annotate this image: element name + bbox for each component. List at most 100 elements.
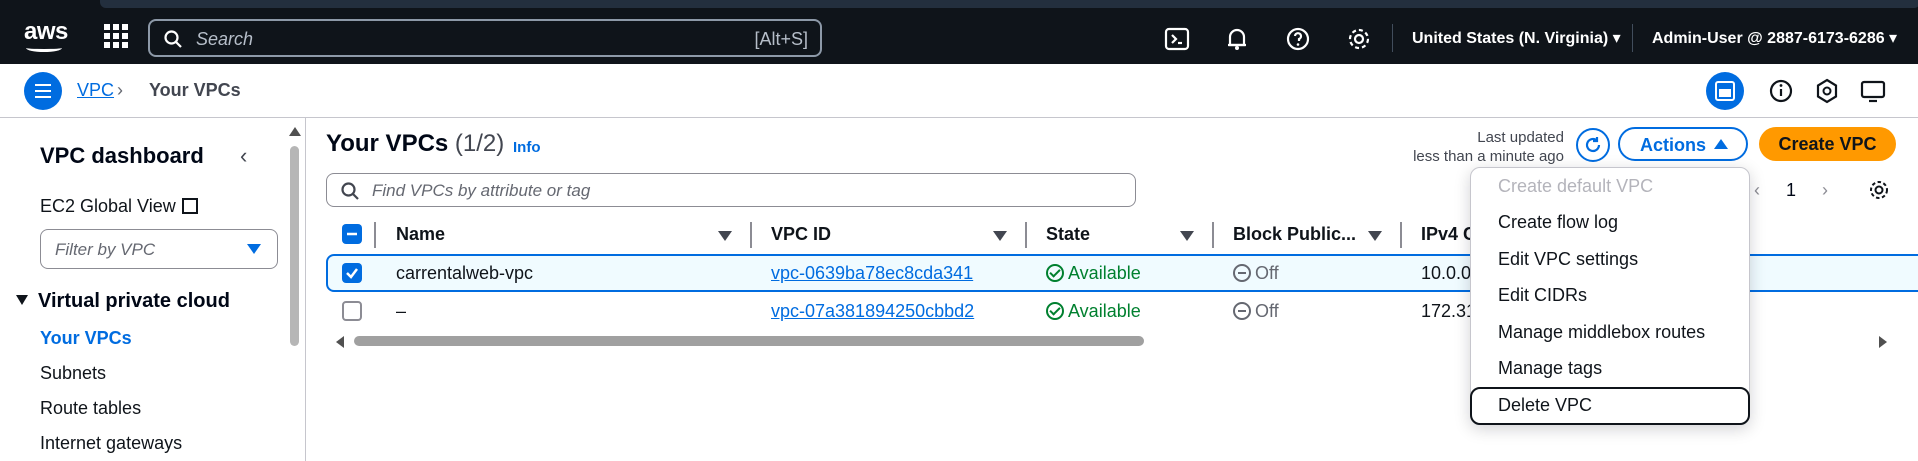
pager-page-number[interactable]: 1 <box>1786 180 1796 201</box>
column-divider <box>374 222 376 248</box>
ipv4-cidr: 10.0.0 <box>1421 263 1472 283</box>
create-vpc-button[interactable]: Create VPC <box>1759 127 1896 161</box>
sidebar-collapse-icon[interactable]: ‹ <box>240 143 247 169</box>
status-check-icon <box>1046 302 1064 320</box>
refresh-button[interactable] <box>1576 128 1610 162</box>
last-updated-value: less than a minute ago <box>1413 148 1564 165</box>
hexagon-icon[interactable] <box>1812 76 1842 106</box>
block-label: Off <box>1255 263 1279 283</box>
sidebar-item-ec2-global-view[interactable]: EC2 Global View <box>40 196 198 217</box>
vpc-id-link[interactable]: vpc-0639ba78ec8cda341 <box>771 263 973 284</box>
row-checkbox[interactable] <box>342 301 362 321</box>
state-label: Available <box>1068 263 1141 283</box>
services-grid-icon[interactable] <box>104 24 128 48</box>
ipv4-cidr: 172.31 <box>1421 301 1477 321</box>
status-off-icon <box>1233 302 1251 320</box>
panel-icon <box>1715 81 1735 101</box>
column-divider <box>1025 222 1027 248</box>
actions-label: Actions <box>1640 135 1707 155</box>
column-header-ipv4-cidr[interactable]: IPv4 C <box>1421 224 1476 245</box>
sidebar-section-label: Virtual private cloud <box>38 290 230 312</box>
column-divider <box>1212 222 1214 248</box>
filter-placeholder: Filter by VPC <box>55 240 156 259</box>
refresh-icon <box>1585 137 1601 153</box>
panel-toggle-button[interactable] <box>1706 72 1744 110</box>
pager-prev-icon[interactable]: ‹ <box>1754 180 1760 201</box>
account-menu[interactable]: Admin-User @ 2887-6173-6286 ▾ <box>1652 28 1897 48</box>
menu-item-edit-cidrs[interactable]: Edit CIDRs <box>1498 285 1587 306</box>
sort-caret-icon[interactable] <box>993 231 1007 241</box>
table-preferences-gear-icon[interactable] <box>1868 179 1890 201</box>
sort-caret-icon[interactable] <box>1368 231 1382 241</box>
sidebar-item-internet-gateways[interactable]: Internet gateways <box>40 433 182 454</box>
sort-caret-icon[interactable] <box>718 231 732 241</box>
hamburger-menu-icon[interactable] <box>24 72 62 110</box>
sidebar-item-subnets[interactable]: Subnets <box>40 363 106 384</box>
column-header-vpc-id[interactable]: VPC ID <box>771 224 831 245</box>
page-title-text: Your VPCs <box>326 130 449 157</box>
monitor-icon[interactable] <box>1858 76 1888 106</box>
vpc-name: – <box>396 301 407 321</box>
actions-dropdown-button[interactable]: Actions <box>1618 127 1748 161</box>
breadcrumb-vpc-link[interactable]: VPC <box>77 80 114 101</box>
column-header-state[interactable]: State <box>1046 224 1090 245</box>
scroll-right-arrow-icon[interactable] <box>1879 336 1887 348</box>
menu-item-edit-vpc-settings[interactable]: Edit VPC settings <box>1498 249 1638 270</box>
search-shortcut-hint: [Alt+S] <box>754 29 808 49</box>
column-header-block-public[interactable]: Block Public... <box>1233 224 1356 245</box>
menu-item-create-flow-log[interactable]: Create flow log <box>1498 212 1618 233</box>
sidebar-title[interactable]: VPC dashboard <box>40 143 204 169</box>
column-divider <box>1400 222 1402 248</box>
sidebar-item-route-tables[interactable]: Route tables <box>40 398 141 419</box>
column-header-name[interactable]: Name <box>396 224 445 245</box>
sidebar-scrollbar[interactable] <box>290 146 299 346</box>
find-vpcs-input[interactable]: Find VPCs by attribute or tag <box>326 173 1136 207</box>
breadcrumb-chevron-icon: › <box>117 80 123 100</box>
region-selector[interactable]: United States (N. Virginia) ▾ <box>1412 28 1621 48</box>
sidebar-item-your-vpcs[interactable]: Your VPCs <box>40 328 132 349</box>
aws-logo-smile-icon <box>26 44 62 52</box>
state-available: Available <box>1046 263 1141 284</box>
filter-by-vpc-select[interactable]: Filter by VPC <box>40 229 278 269</box>
scroll-up-arrow-icon[interactable] <box>289 127 301 136</box>
search-placeholder: Search <box>196 29 254 49</box>
column-divider <box>750 222 752 248</box>
settings-icon[interactable] <box>1346 26 1372 52</box>
sort-caret-icon[interactable] <box>1180 231 1194 241</box>
bell-icon[interactable] <box>1224 26 1250 52</box>
check-icon <box>346 268 358 279</box>
caret-down-icon <box>247 244 261 254</box>
state-label: Available <box>1068 301 1141 321</box>
breadcrumb-current: Your VPCs <box>149 80 241 100</box>
global-search-input[interactable]: Search [Alt+S] <box>148 19 822 57</box>
block-public-off: Off <box>1233 301 1279 322</box>
state-available: Available <box>1046 301 1141 322</box>
help-icon[interactable] <box>1285 26 1311 52</box>
menu-item-focus-ring <box>1470 387 1750 425</box>
table-horizontal-scrollbar[interactable] <box>354 336 1144 346</box>
aws-logo[interactable]: aws <box>24 18 68 46</box>
pager-next-icon[interactable]: › <box>1822 180 1828 201</box>
scroll-left-arrow-icon[interactable] <box>336 336 344 348</box>
status-off-icon <box>1233 264 1251 282</box>
find-placeholder: Find VPCs by attribute or tag <box>372 181 591 200</box>
select-all-checkbox[interactable] <box>342 224 362 244</box>
vpc-name: carrentalweb-vpc <box>396 263 534 283</box>
vpc-id-link[interactable]: vpc-07a381894250cbbd2 <box>771 301 974 322</box>
last-updated: Last updated less than a minute ago <box>1390 128 1564 166</box>
block-label: Off <box>1255 301 1279 321</box>
menu-item-manage-middlebox-routes[interactable]: Manage middlebox routes <box>1498 322 1705 343</box>
info-link[interactable]: Info <box>513 139 541 156</box>
browser-strip <box>100 0 1918 8</box>
cloudshell-icon[interactable] <box>1164 26 1190 52</box>
sidebar-section-vpc[interactable]: Virtual private cloud <box>16 290 230 313</box>
info-icon[interactable] <box>1766 76 1796 106</box>
menu-item-manage-tags[interactable]: Manage tags <box>1498 358 1602 379</box>
search-icon <box>164 30 182 48</box>
last-updated-label: Last updated <box>1477 129 1564 146</box>
caret-up-icon <box>1714 139 1728 149</box>
status-check-icon <box>1046 264 1064 282</box>
block-public-off: Off <box>1233 263 1279 284</box>
sidebar-item-label: EC2 Global View <box>40 196 176 216</box>
row-checkbox[interactable] <box>342 263 362 283</box>
